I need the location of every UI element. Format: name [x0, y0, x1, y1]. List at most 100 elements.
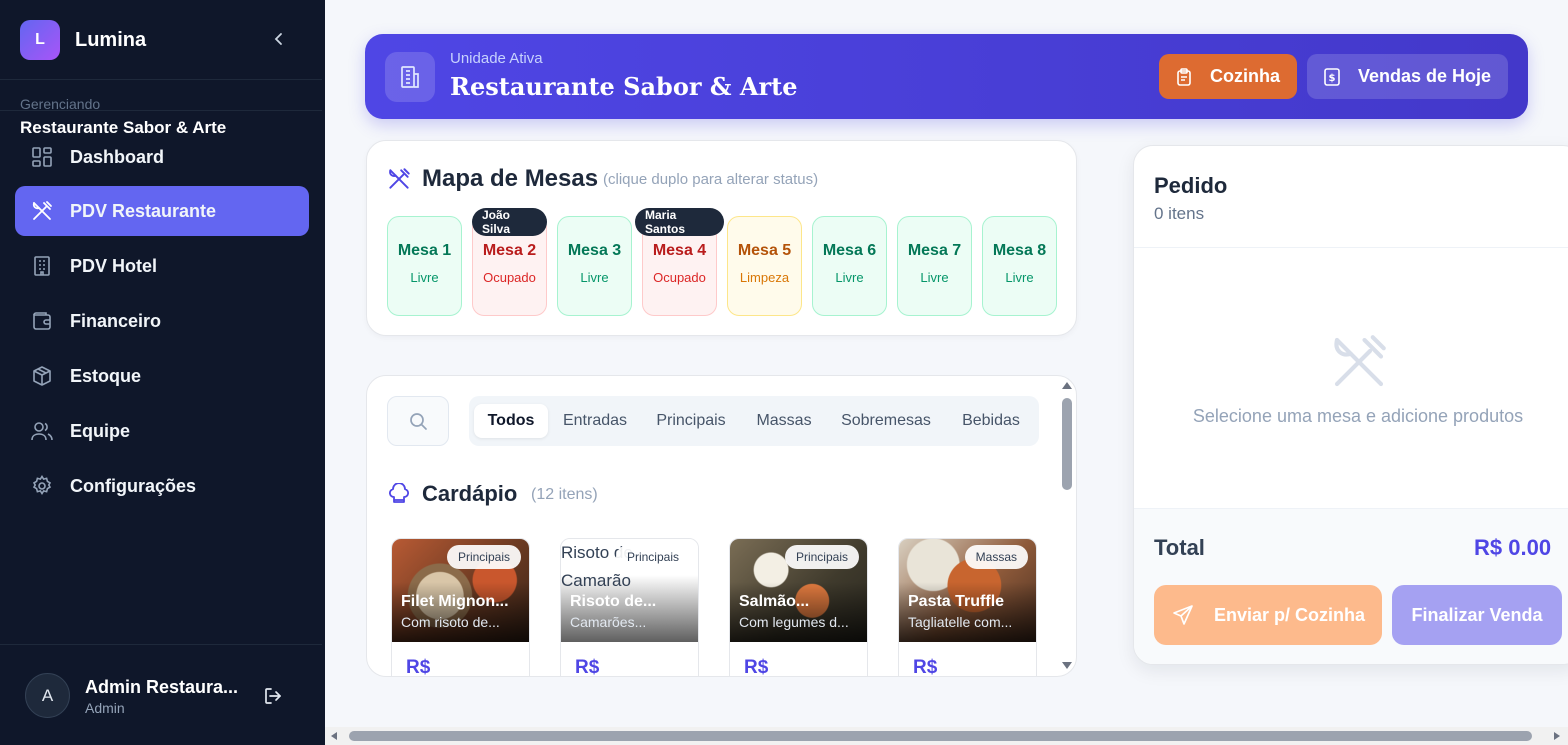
clipboard-icon [1177, 67, 1191, 86]
table-card-8[interactable]: Mesa 8 Livre [982, 216, 1057, 316]
order-footer: Total R$ 0.00 Enviar p/ Cozinha Finaliza… [1134, 508, 1568, 664]
product-description: Com legumes d... [739, 614, 849, 630]
table-name: Mesa 4 [652, 242, 707, 259]
table-name: Mesa 2 [482, 242, 537, 259]
category-tag: Massas [964, 545, 1028, 569]
product-image: Massas Pasta Truffle Tagliatelle com... [899, 539, 1036, 642]
nav-label: PDV Hotel [70, 255, 158, 276]
app-name: Lumina [75, 28, 147, 51]
nav-label: Financeiro [70, 310, 162, 331]
managing-label: Gerenciando [20, 96, 101, 112]
table-card-7[interactable]: Mesa 7 Livre [897, 216, 972, 316]
logout-button[interactable] [262, 685, 284, 707]
send-to-kitchen-button[interactable]: Enviar p/ Cozinha [1154, 585, 1382, 645]
brand-logo: L [20, 20, 60, 60]
scroll-down-icon [1062, 662, 1072, 669]
chef-hat-icon [387, 482, 411, 512]
tab-massas[interactable]: Massas [745, 404, 823, 438]
product-card[interactable]: Massas Pasta Truffle Tagliatelle com... … [898, 538, 1037, 677]
today-sales-label: Vendas de Hoje [1358, 66, 1492, 86]
table-status: Livre [1005, 270, 1034, 285]
today-sales-button[interactable]: $ Vendas de Hoje [1307, 54, 1508, 99]
scrollbar-thumb[interactable] [349, 731, 1532, 741]
product-price: R$ [913, 657, 938, 677]
product-name: Risoto de... [570, 593, 657, 610]
wallet-icon [30, 309, 54, 333]
kitchen-button[interactable]: Cozinha [1159, 54, 1297, 99]
nav-equipe[interactable]: Equipe [15, 406, 309, 456]
empty-order-message: Selecione uma mesa e adicione produtos [1192, 406, 1524, 426]
users-icon [30, 419, 54, 443]
product-description: Com risoto de... [401, 614, 500, 630]
table-map-title: Mapa de Mesas [422, 165, 599, 192]
menu-title: Cardápio [422, 481, 518, 506]
table-name: Mesa 7 [907, 242, 962, 259]
nav-configuracoes[interactable]: Configurações [15, 461, 309, 511]
collapse-sidebar-button[interactable] [268, 28, 290, 50]
table-status: Ocupado [483, 270, 536, 285]
tab-entradas[interactable]: Entradas [553, 404, 637, 438]
tab-principais[interactable]: Principais [645, 404, 737, 438]
table-map-hint: (clique duplo para alterar status) [603, 171, 819, 188]
table-status: Livre [835, 270, 864, 285]
product-card[interactable]: Risoto de Camarão Principais Risoto de..… [560, 538, 699, 676]
product-name: Filet Mignon... [401, 593, 509, 610]
product-name: Salmão... [739, 593, 810, 610]
avatar[interactable]: A [25, 673, 70, 718]
horizontal-scrollbar[interactable] [325, 727, 1568, 745]
nav-pdv-restaurante[interactable]: PDV Restaurante [15, 186, 309, 236]
table-card-3[interactable]: Mesa 3 Livre [557, 216, 632, 316]
grid-icon [30, 145, 54, 169]
nav-label: Configurações [70, 475, 197, 496]
product-image: Risoto de Camarão Principais Risoto de..… [561, 539, 698, 642]
scroll-left-icon [331, 732, 337, 740]
nav-estoque[interactable]: Estoque [15, 351, 309, 401]
table-guest-badge: João Silva [472, 208, 547, 236]
menu-card: Todos Entradas Principais Massas Sobreme… [366, 375, 1077, 677]
active-unit-banner: Unidade Ativa Restaurante Sabor & Arte C… [365, 34, 1528, 119]
logout-icon [265, 688, 281, 704]
tab-todos[interactable]: Todos [474, 404, 548, 438]
send-icon [1173, 605, 1193, 625]
divider [1134, 247, 1568, 248]
scroll-up-icon [1062, 382, 1072, 389]
table-name: Mesa 5 [737, 242, 792, 259]
nav-label: Equipe [70, 420, 131, 441]
table-name: Mesa 8 [992, 242, 1047, 259]
product-card[interactable]: Principais Filet Mignon... Com risoto de… [391, 538, 530, 676]
product-card[interactable]: Principais Salmão... Com legumes d... R$ [729, 538, 868, 677]
order-title: Pedido [1154, 173, 1228, 198]
table-name: Mesa 6 [822, 242, 877, 259]
total-label: Total [1154, 535, 1205, 560]
nav-pdv-hotel[interactable]: PDV Hotel [15, 241, 309, 291]
order-panel: Pedido 0 itens Selecione uma mesa e adic… [1133, 145, 1568, 665]
product-description: Tagliatelle com... [908, 614, 1013, 630]
sidebar: L Lumina Gerenciando Restaurante Sabor &… [0, 0, 325, 745]
user-area: A Admin Restaura... Admin [0, 644, 322, 745]
product-image: Principais Filet Mignon... Com risoto de… [392, 539, 529, 642]
svg-text:$: $ [1329, 73, 1336, 84]
tab-sobremesas[interactable]: Sobremesas [831, 404, 941, 438]
table-card-5[interactable]: Mesa 5 Limpeza [727, 216, 802, 316]
tab-bebidas[interactable]: Bebidas [949, 404, 1033, 438]
nav-financeiro[interactable]: Financeiro [15, 296, 309, 346]
receipt-icon: $ [1324, 67, 1340, 86]
table-card-1[interactable]: Mesa 1 Livre [387, 216, 462, 316]
table-card-6[interactable]: Mesa 6 Livre [812, 216, 887, 316]
building-icon [385, 52, 435, 102]
send-to-kitchen-label: Enviar p/ Cozinha [1214, 604, 1366, 625]
menu-scrollbar[interactable] [1060, 380, 1075, 672]
nav-label: Dashboard [70, 146, 165, 167]
order-item-count: 0 itens [1154, 204, 1205, 223]
scroll-right-icon [1554, 732, 1560, 740]
finish-sale-button[interactable]: Finalizar Venda [1392, 585, 1562, 645]
utensils-icon [1326, 329, 1392, 400]
table-name: Mesa 1 [397, 242, 452, 259]
product-price: R$ [744, 657, 769, 677]
nav-label: Estoque [70, 365, 142, 386]
search-button[interactable] [387, 396, 449, 446]
scrollbar-thumb[interactable] [1062, 398, 1072, 490]
table-name: Mesa 3 [567, 242, 622, 259]
nav-dashboard[interactable]: Dashboard [15, 132, 309, 182]
banner-subtitle: Unidade Ativa [450, 50, 543, 67]
